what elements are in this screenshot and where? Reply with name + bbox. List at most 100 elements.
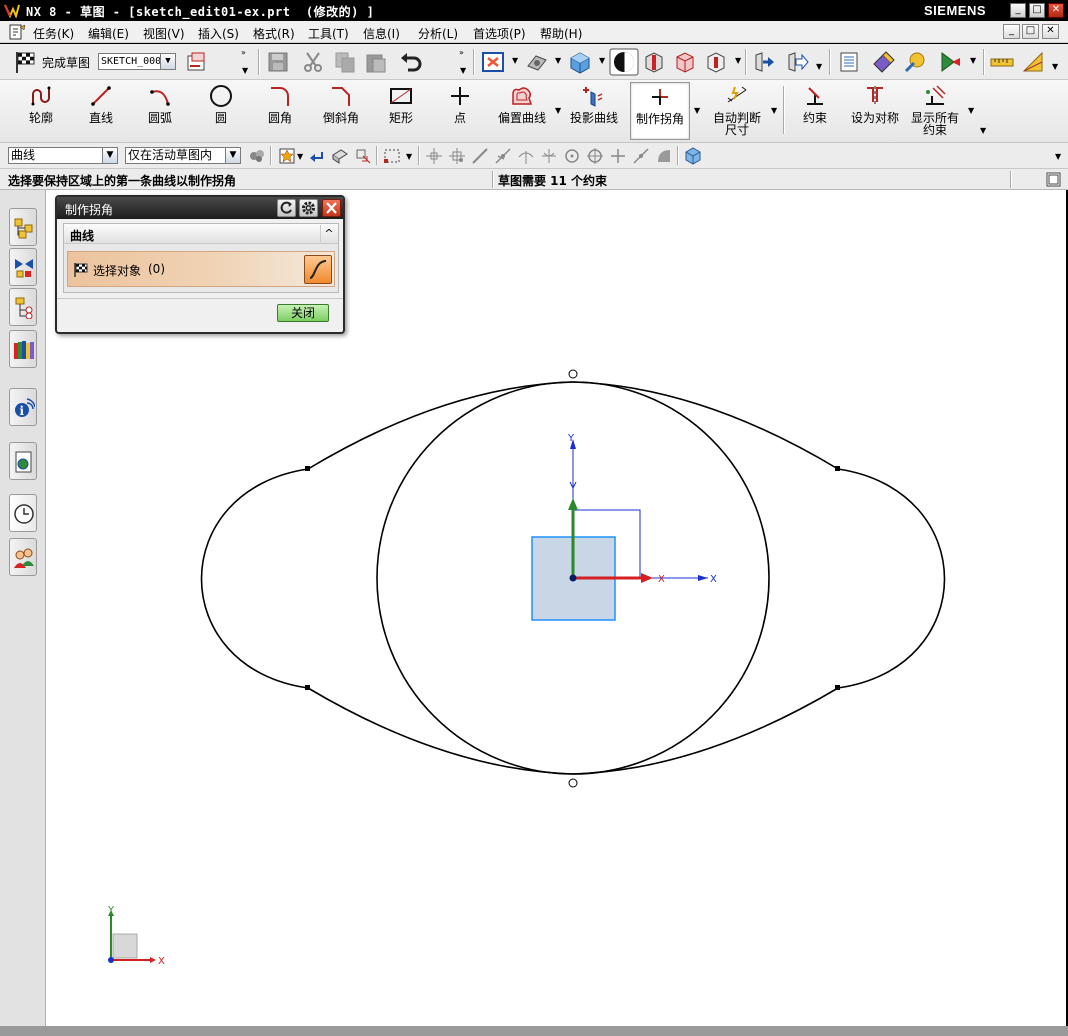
constraint-tool[interactable]: 约束 xyxy=(790,82,840,140)
type-filter-select[interactable]: 曲线 ▼ xyxy=(8,147,118,164)
menu-tools[interactable]: 工具(T) xyxy=(308,25,349,42)
toolbar-overflow-1[interactable]: » xyxy=(241,48,246,57)
toolbar-overflow-2[interactable]: » xyxy=(459,48,464,57)
chevron-down-icon[interactable]: ▼ xyxy=(1052,62,1058,71)
view-blue-arrow-icon[interactable] xyxy=(752,50,776,74)
reuse-library-tab[interactable] xyxy=(9,330,37,368)
menu-information[interactable]: 信息(I) xyxy=(363,25,400,42)
cut-icon[interactable] xyxy=(301,50,325,74)
paste-icon[interactable] xyxy=(364,50,388,74)
chevron-down-icon[interactable]: ▼ xyxy=(970,56,976,65)
menu-task[interactable]: 任务(K) xyxy=(33,25,74,42)
select-curve-button[interactable] xyxy=(304,255,332,284)
project-curve-tool[interactable]: 投影曲线 xyxy=(565,82,623,140)
box-red-icon[interactable] xyxy=(642,50,666,74)
fillet-tool[interactable]: 圆角 xyxy=(255,82,305,140)
snap-center-icon[interactable] xyxy=(563,147,581,165)
sketch-name-select[interactable]: SKETCH_000 ▼ xyxy=(98,53,176,70)
layer-settings-icon[interactable] xyxy=(837,50,861,74)
mdi-restore-button[interactable]: □ xyxy=(1022,24,1039,39)
snap-tangent-icon[interactable] xyxy=(540,147,558,165)
sketch-curve-top-left[interactable] xyxy=(307,381,574,470)
chevron-down-icon[interactable]: ▼ xyxy=(816,62,822,71)
snap-endpoint-icon[interactable] xyxy=(425,147,443,165)
maximize-graphics-icon[interactable] xyxy=(1046,172,1061,187)
chevron-down-icon[interactable]: ▼ xyxy=(555,106,561,115)
make-corner-tool[interactable]: 制作拐角 xyxy=(630,82,690,140)
menu-format[interactable]: 格式(R) xyxy=(253,25,295,42)
inferred-dimension-tool[interactable]: 自动判断 尺寸 xyxy=(708,82,766,140)
chevron-down-icon[interactable]: ▼ xyxy=(555,56,561,65)
dialog-title-bar[interactable]: 制作拐角 xyxy=(57,197,343,219)
snap-quadrant-icon[interactable] xyxy=(586,147,604,165)
curve-group-header[interactable]: 曲线 ^ xyxy=(64,224,338,244)
select-object-row[interactable]: 选择对象 (0) xyxy=(67,251,335,287)
chevron-down-icon[interactable]: ▼ xyxy=(406,152,412,161)
section-view-icon[interactable] xyxy=(609,48,639,76)
snap-point-icon[interactable] xyxy=(278,147,296,165)
reset-button[interactable] xyxy=(277,199,296,217)
close-button[interactable]: 关闭 xyxy=(277,304,329,322)
chevron-down-icon[interactable]: ▼ xyxy=(1055,152,1061,161)
constraint-navigator-tab[interactable] xyxy=(9,248,37,286)
history-palette-tab[interactable] xyxy=(9,442,37,480)
fit-view-icon[interactable] xyxy=(481,50,505,74)
sketch-curve-bottom-left[interactable] xyxy=(307,687,574,775)
view-white-arrow-icon[interactable] xyxy=(785,50,809,74)
menu-insert[interactable]: 插入(S) xyxy=(198,25,239,42)
object-select-icon[interactable] xyxy=(331,147,349,165)
dialog-close-button[interactable] xyxy=(322,199,341,217)
sketch-arc-left[interactable] xyxy=(200,468,309,689)
reattach-sketch-icon[interactable] xyxy=(185,50,209,74)
snap-midpoint-icon[interactable] xyxy=(448,147,466,165)
cube-icon[interactable] xyxy=(684,147,702,165)
box-pink-icon[interactable] xyxy=(673,50,697,74)
offset-curve-tool[interactable]: 偏置曲线 xyxy=(493,82,551,140)
dialog-settings-button[interactable] xyxy=(299,199,318,217)
profile-tool[interactable]: 轮廓 xyxy=(16,82,66,140)
part-navigator-tab[interactable] xyxy=(9,288,37,326)
reset-filter-icon[interactable] xyxy=(248,147,266,165)
rectangle-select-icon[interactable] xyxy=(383,147,401,165)
close-window-button[interactable]: ✕ xyxy=(1048,3,1064,18)
selection-arrow-icon[interactable] xyxy=(938,50,962,74)
box-outline-icon[interactable] xyxy=(704,50,728,74)
chevron-down-icon[interactable]: ▼ xyxy=(297,152,303,161)
feature-select-icon[interactable] xyxy=(354,147,372,165)
make-symmetric-tool[interactable]: 设为对称 xyxy=(846,82,904,140)
chevron-down-icon[interactable]: ▼ xyxy=(460,66,466,75)
shaded-view-icon[interactable] xyxy=(568,50,592,74)
mdi-close-button[interactable]: ✕ xyxy=(1042,24,1059,39)
snap-intersection-icon[interactable] xyxy=(494,147,512,165)
chevron-down-icon[interactable]: ▼ xyxy=(771,106,777,115)
menu-analysis[interactable]: 分析(L) xyxy=(418,25,458,42)
line-tool[interactable]: 直线 xyxy=(76,82,126,140)
back-arrow-icon[interactable] xyxy=(308,147,326,165)
save-icon[interactable] xyxy=(266,50,290,74)
snap-perpendicular-icon[interactable] xyxy=(517,147,535,165)
chevron-down-icon[interactable]: ▼ xyxy=(694,106,700,115)
measure-distance-icon[interactable] xyxy=(990,50,1014,74)
chevron-down-icon[interactable]: ▼ xyxy=(980,126,986,135)
sketch-csys[interactable]: Y X X xyxy=(531,433,717,621)
menu-help[interactable]: 帮助(H) xyxy=(540,25,582,42)
menu-view[interactable]: 视图(V) xyxy=(143,25,185,42)
arc-tool[interactable]: 圆弧 xyxy=(135,82,185,140)
menu-edit[interactable]: 编辑(E) xyxy=(88,25,129,42)
chevron-down-icon[interactable]: ▼ xyxy=(242,66,248,75)
snap-on-curve-icon[interactable] xyxy=(632,147,650,165)
sketch-curve-top-right[interactable] xyxy=(572,381,839,470)
chevron-down-icon[interactable]: ▼ xyxy=(512,56,518,65)
edit-object-icon[interactable] xyxy=(871,50,895,74)
collapse-icon[interactable]: ^ xyxy=(320,225,337,242)
roles-tab[interactable] xyxy=(9,538,37,576)
assembly-navigator-tab[interactable] xyxy=(9,208,37,246)
web-browser-tab[interactable]: i xyxy=(9,388,37,426)
chamfer-tool[interactable]: 倒斜角 xyxy=(316,82,366,140)
maximize-button[interactable]: □ xyxy=(1029,3,1045,18)
snap-on-face-icon[interactable] xyxy=(655,147,673,165)
preferences-icon[interactable] xyxy=(903,50,927,74)
chevron-down-icon[interactable]: ▼ xyxy=(735,56,741,65)
measure-angle-icon[interactable] xyxy=(1021,50,1045,74)
sketch-arc-right[interactable] xyxy=(837,468,946,689)
